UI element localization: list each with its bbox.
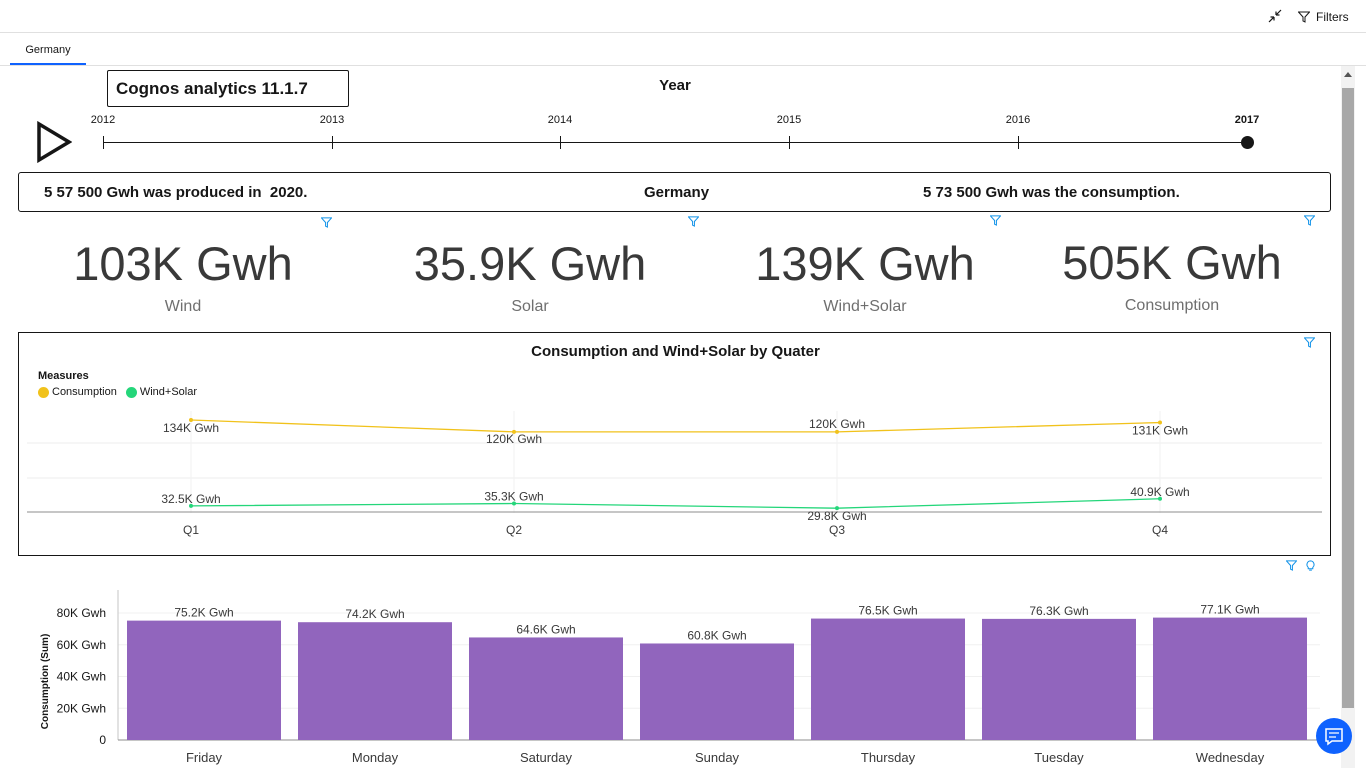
timeline-year-2014[interactable]: 2014 <box>530 114 590 126</box>
filter-icon[interactable] <box>1304 215 1315 226</box>
bar-saturday <box>469 637 623 740</box>
y-tick-label: 0 <box>99 733 106 747</box>
top-toolbar: Filters <box>0 0 1366 33</box>
chat-button[interactable] <box>1316 718 1352 754</box>
timeline-track <box>103 142 1248 143</box>
bar-wednesday <box>1153 617 1307 740</box>
y-tick-label: 80K Gwh <box>57 606 106 620</box>
y-tick-label: 20K Gwh <box>57 701 106 715</box>
series-line-wind-solar <box>190 498 1161 509</box>
bar-tuesday <box>982 618 1136 740</box>
timeline-year-2017[interactable]: 2017 <box>1217 114 1277 126</box>
kpi-solar-label: Solar <box>511 298 549 315</box>
x-tick-label: Friday <box>186 750 223 765</box>
data-label: 134K Gwh <box>163 421 219 435</box>
kpi-windsolar-label: Wind+Solar <box>823 298 907 315</box>
play-icon[interactable] <box>36 121 72 163</box>
data-label: 60.8K Gwh <box>687 628 746 642</box>
filter-icon[interactable] <box>321 217 332 228</box>
data-label: 120K Gwh <box>486 432 542 446</box>
data-label: 35.3K Gwh <box>484 490 543 504</box>
y-tick-label: 40K Gwh <box>57 670 106 684</box>
x-tick-label: Monday <box>352 750 399 765</box>
filters-button[interactable]: Filters <box>1298 8 1349 26</box>
bar-sunday <box>640 643 794 740</box>
y-axis-label: Consumption (Sum) <box>40 634 51 730</box>
collapse-icon[interactable] <box>1268 9 1282 23</box>
data-label: 74.2K Gwh <box>345 607 404 621</box>
scroll-thumb[interactable] <box>1342 88 1354 708</box>
series-line-consumption <box>190 419 1161 433</box>
line-chart: 134K Gwh 120K Gwh 120K Gwh 131K Gwh 32.5K Gw… <box>27 411 1322 537</box>
bar-chart: 0 20K Gwh 40K Gwh 60K Gwh 80K Gwh Consumption… <box>40 590 1320 765</box>
timeline-tick <box>560 136 561 149</box>
data-label: 77.1K Gwh <box>1200 603 1259 617</box>
timeline-tick <box>332 136 333 149</box>
x-tick-label: Q2 <box>506 523 522 537</box>
x-tick-label: Tuesday <box>1034 750 1084 765</box>
timeline-title: Year <box>659 77 691 94</box>
bar-friday <box>127 620 281 740</box>
x-tick-label: Wednesday <box>1196 750 1265 765</box>
timeline-year-2012[interactable]: 2012 <box>73 114 133 126</box>
data-label: 75.2K Gwh <box>174 606 233 620</box>
kpi-consumption-value: 505K Gwh <box>1062 236 1282 289</box>
vertical-scrollbar[interactable] <box>1341 66 1355 768</box>
kpi-consumption-label: Consumption <box>1124 297 1220 314</box>
data-label: 32.5K Gwh <box>161 492 220 506</box>
data-label: 29.8K Gwh <box>807 509 866 523</box>
data-label: 120K Gwh <box>809 417 865 431</box>
x-tick-label: Q3 <box>829 523 845 537</box>
x-tick-label: Saturday <box>520 750 573 765</box>
kpi-wind-label: Wind <box>164 298 202 315</box>
timeline-year-2013[interactable]: 2013 <box>302 114 362 126</box>
data-label: 40.9K Gwh <box>1130 485 1189 499</box>
bar-monday <box>298 622 452 740</box>
x-tick-label: Q1 <box>183 523 199 537</box>
data-label: 76.3K Gwh <box>1029 604 1088 618</box>
data-label: 64.6K Gwh <box>516 622 575 636</box>
data-label: 131K Gwh <box>1132 424 1188 438</box>
country-text: Germany <box>644 184 710 201</box>
kpi-windsolar-value: 139K Gwh <box>755 237 975 290</box>
summary-text-box: 5 57 500 Gwh was produced in 2020. Germa… <box>18 172 1331 212</box>
kpi-solar-value: 35.9K Gwh <box>413 237 647 290</box>
timeline-year-2015[interactable]: 2015 <box>759 114 819 126</box>
filter-icon <box>1298 11 1310 23</box>
bar-thursday <box>811 618 965 740</box>
timeline-tick <box>103 136 104 149</box>
tab-bar: Germany <box>0 33 1366 66</box>
filter-icon[interactable] <box>990 215 1001 226</box>
filters-label: Filters <box>1316 10 1349 24</box>
x-tick-label: Thursday <box>861 750 916 765</box>
timeline-tick <box>1018 136 1019 149</box>
x-tick-label: Q4 <box>1152 523 1168 537</box>
data-label: 76.5K Gwh <box>858 604 917 618</box>
line-chart-panel: Consumption and Wind+Solar by Quater Mea… <box>18 332 1331 556</box>
timeline-year-2016[interactable]: 2016 <box>988 114 1048 126</box>
produced-text: 5 57 500 Gwh was produced in 2020. <box>44 184 308 201</box>
y-tick-label: 60K Gwh <box>57 638 106 652</box>
x-tick-label: Sunday <box>695 750 740 765</box>
filter-icon[interactable] <box>688 216 699 227</box>
kpi-wind-value: 103K Gwh <box>73 237 293 290</box>
timeline-handle[interactable] <box>1241 136 1254 149</box>
timeline-tick <box>789 136 790 149</box>
consumption-text: 5 73 500 Gwh was the consumption. <box>923 184 1180 201</box>
scroll-up-arrow-icon[interactable] <box>1344 72 1352 77</box>
product-label-box: Cognos analytics 11.1.7 <box>107 70 349 107</box>
chat-icon <box>1325 728 1343 746</box>
tab-germany[interactable]: Germany <box>10 33 86 65</box>
